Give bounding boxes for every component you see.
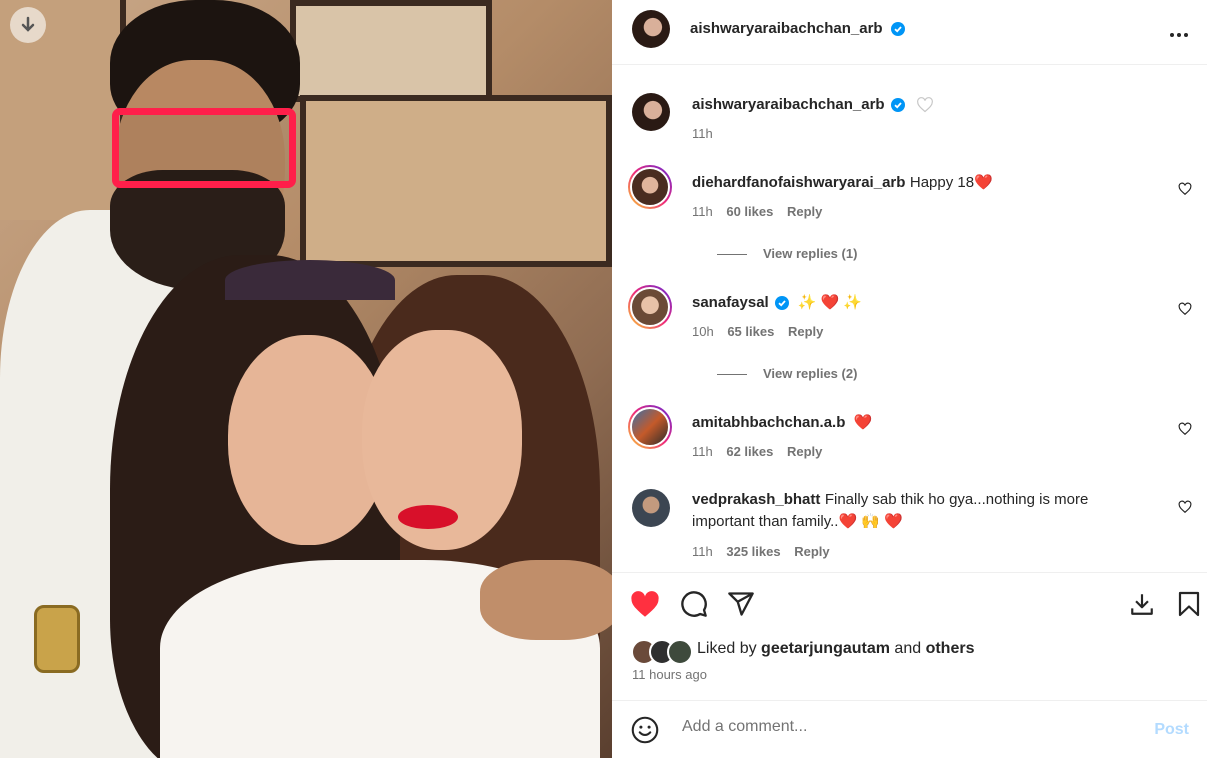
comment-input[interactable] [680, 717, 1124, 737]
reply-button[interactable]: Reply [787, 204, 822, 219]
reply-button[interactable]: Reply [794, 544, 829, 559]
like-button[interactable] [630, 589, 660, 619]
comment-item: sanafaysal ✨ ❤️ ✨ 10h 65 likes Reply Vie… [628, 285, 1192, 386]
post-header: aishwaryaraibachchan_arb [612, 0, 1207, 65]
commenter-avatar[interactable] [628, 285, 672, 329]
like-comment-icon[interactable] [1178, 422, 1192, 436]
comment-time: 11h [692, 444, 713, 459]
verified-badge-icon [891, 21, 906, 36]
red-glasses [112, 108, 296, 188]
post-actions: Liked by geetarjungautam and others 11 h… [612, 572, 1207, 701]
liker-avatar[interactable] [667, 639, 693, 665]
share-button[interactable] [726, 589, 756, 619]
comment-item: amitabhbachchan.a.b ❤️ 11h 62 likes Repl… [628, 405, 1192, 466]
like-comment-icon[interactable] [1178, 302, 1192, 316]
view-replies-button[interactable]: View replies (1) [717, 246, 857, 261]
comment-item: vedprakash_bhatt Finally sab thik ho gya… [632, 486, 1192, 566]
comment-likes[interactable]: 60 likes [726, 204, 773, 219]
comment-time: 11h [692, 204, 713, 219]
reply-button[interactable]: Reply [788, 324, 823, 339]
arrow-down-icon [21, 16, 35, 32]
comment-likes[interactable]: 62 likes [726, 444, 773, 459]
reply-button[interactable]: Reply [787, 444, 822, 459]
verified-badge-icon [775, 295, 790, 310]
save-button[interactable] [1174, 589, 1204, 619]
like-comment-icon[interactable] [1178, 500, 1192, 514]
add-comment-bar: Post [612, 700, 1207, 759]
liked-by-user[interactable]: geetarjungautam [761, 640, 890, 657]
commenter-avatar[interactable] [628, 405, 672, 449]
comment-username[interactable]: diehardfanofaishwaryarai_arb [692, 174, 905, 191]
post-timestamp[interactable]: 11 hours ago [632, 667, 707, 682]
download-photo-button[interactable] [10, 7, 46, 43]
comment-button[interactable] [679, 589, 709, 619]
author-username[interactable]: aishwaryaraibachchan_arb [690, 20, 883, 37]
wrist-watch [34, 605, 80, 673]
comment-text: ✨ ❤️ ✨ [797, 294, 863, 311]
download-icon [1131, 594, 1153, 615]
send-paper-plane-icon [728, 592, 754, 616]
comment-bubble-icon [681, 591, 707, 617]
heart-filled-icon [631, 590, 659, 617]
comment-username[interactable]: amitabhbachchan.a.b [692, 414, 845, 431]
comment-likes[interactable]: 325 likes [726, 544, 780, 559]
bookmark-icon [1178, 591, 1200, 617]
comment-username[interactable]: sanafaysal [692, 294, 769, 311]
liked-by-others[interactable]: others [926, 640, 975, 657]
comment-text: ❤️ [853, 414, 873, 431]
wall-map [290, 0, 492, 102]
comment-username[interactable]: vedprakash_bhatt [692, 491, 820, 508]
caption: aishwaryaraibachchan_arb 11h [632, 90, 1192, 150]
view-replies-button[interactable]: View replies (2) [717, 366, 857, 381]
commenter-avatar[interactable] [628, 165, 672, 209]
comment-likes[interactable]: 65 likes [727, 324, 774, 339]
download-button[interactable] [1127, 589, 1157, 619]
comment-item: diehardfanofaishwaryarai_arb Happy 18❤️ … [628, 165, 1192, 266]
post-comment-button[interactable]: Post [1154, 721, 1189, 739]
liked-by-text: Liked by geetarjungautam and others [697, 640, 975, 657]
wall-map [300, 95, 612, 267]
author-avatar[interactable] [632, 10, 670, 48]
author-avatar[interactable] [632, 93, 670, 131]
more-horizontal-icon [1170, 33, 1188, 37]
more-options-button[interactable] [1169, 18, 1189, 44]
comment-time: 10h [692, 324, 714, 339]
emoji-button[interactable] [630, 715, 660, 745]
comment-time: 11h [692, 544, 713, 559]
emoji-smiley-icon [631, 716, 659, 744]
caption-username[interactable]: aishwaryaraibachchan_arb [692, 96, 885, 113]
heart-outline-icon[interactable] [916, 96, 934, 113]
verified-badge-icon [891, 97, 906, 112]
commenter-avatar[interactable] [632, 489, 670, 527]
caption-time: 11h [692, 126, 713, 141]
post-details-panel: aishwaryaraibachchan_arb aishwaryaraibac… [612, 0, 1207, 758]
like-comment-icon[interactable] [1178, 182, 1192, 196]
comment-text: Happy 18❤️ [909, 174, 993, 191]
post-photo[interactable] [0, 0, 612, 758]
